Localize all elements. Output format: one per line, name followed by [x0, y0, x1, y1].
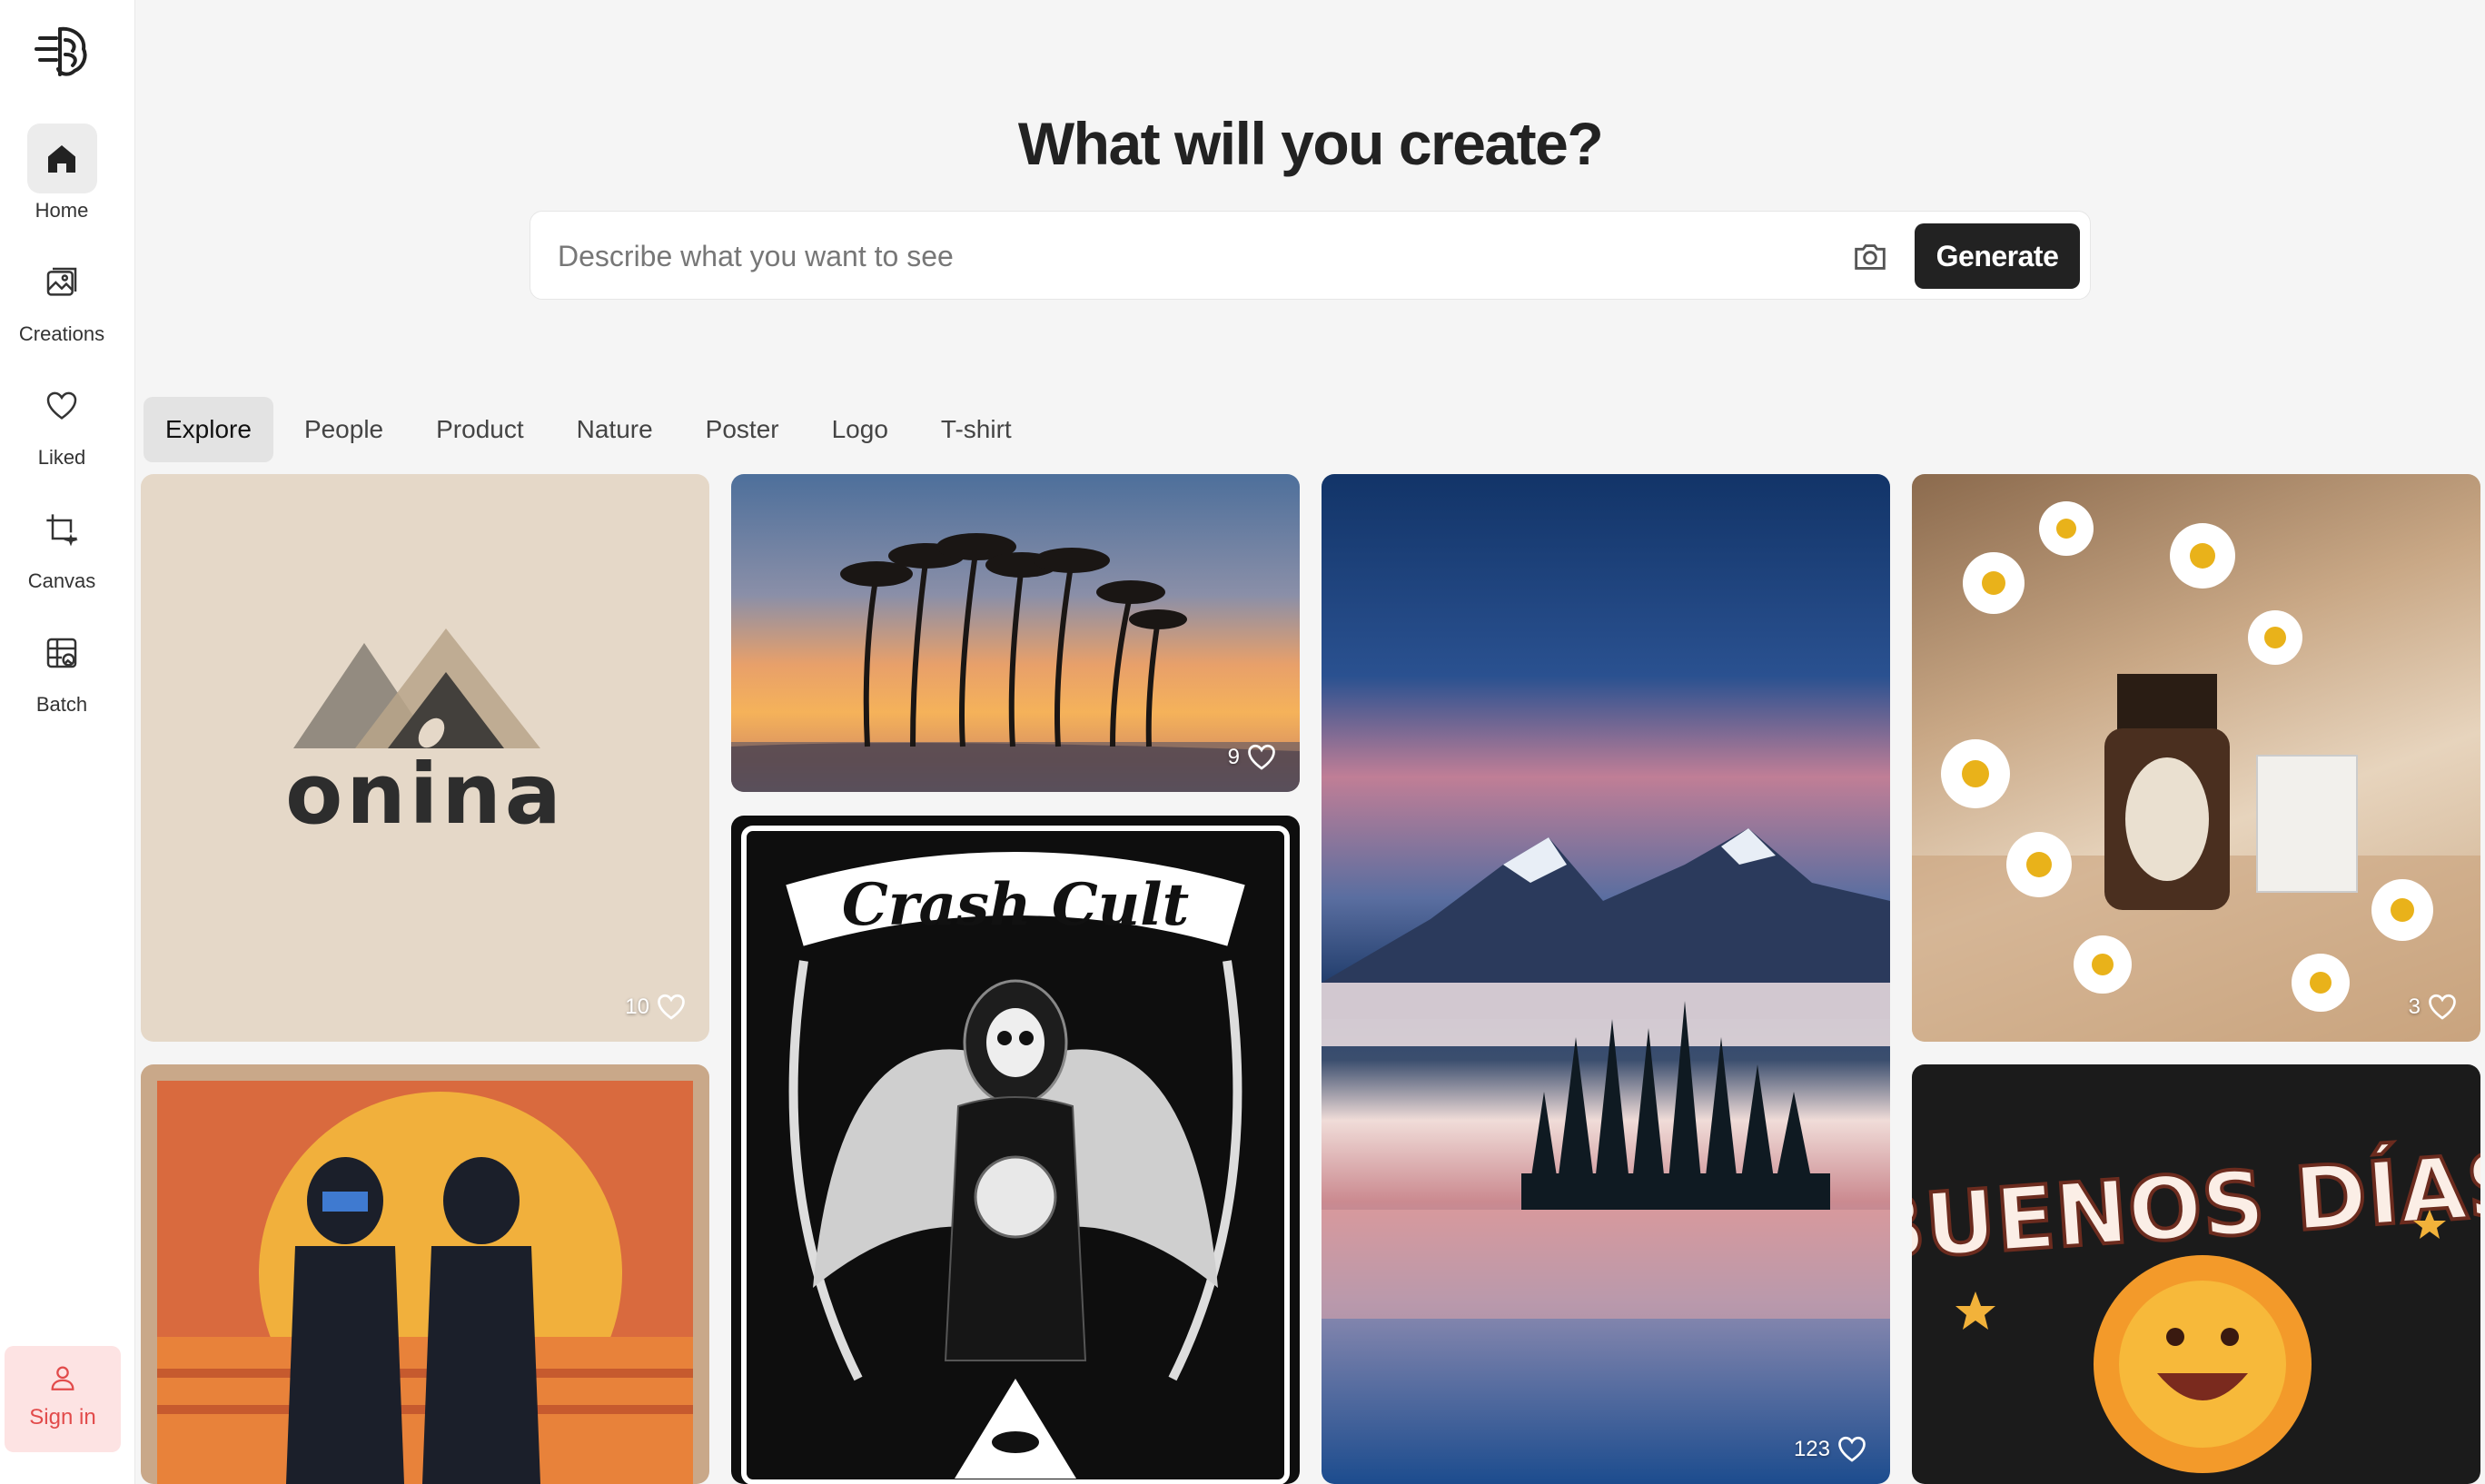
palm-sunset-image [731, 533, 1300, 792]
camera-icon[interactable] [1849, 235, 1891, 277]
mountain-lake-image [1322, 828, 1890, 1319]
reaper-poster-image: Crash Cult [741, 826, 1290, 1484]
like-count[interactable]: 3 [2409, 991, 2459, 1024]
heart-icon [2429, 994, 2456, 1020]
nav-label: Canvas [27, 569, 96, 592]
crop-sparkle-icon [27, 494, 97, 564]
nav-label: Creations [18, 322, 105, 345]
image-icon [27, 247, 97, 317]
tab-logo[interactable]: Logo [810, 397, 910, 462]
like-count-value: 3 [2408, 994, 2421, 1019]
gallery-card[interactable]: onina 10 [141, 474, 709, 1042]
gallery-card[interactable]: 9 [731, 474, 1300, 792]
tab-people[interactable]: People [282, 397, 405, 462]
gallery-card[interactable]: 123 [1322, 474, 1890, 1484]
like-count[interactable]: 10 [625, 991, 688, 1024]
like-count[interactable]: 123 [1794, 1433, 1868, 1466]
gallery-card[interactable]: 3 [1912, 474, 2480, 1042]
nav-home[interactable]: Home [0, 124, 124, 223]
nav-creations[interactable]: Creations [0, 247, 124, 346]
like-count-value: 123 [1793, 1437, 1830, 1461]
generate-button[interactable]: Generate [1915, 223, 2080, 289]
home-icon [26, 124, 97, 193]
category-tabs: Explore People Product Nature Poster Log… [144, 397, 1043, 462]
nav-label: Home [35, 199, 89, 222]
prompt-input[interactable] [558, 230, 1811, 282]
tab-poster[interactable]: Poster [684, 397, 801, 462]
nav-label: Batch [35, 693, 88, 716]
robots-poster-image [157, 1081, 693, 1484]
sign-in-button[interactable]: Sign in [5, 1346, 121, 1452]
heart-icon [1248, 744, 1275, 770]
page-title: What will you create? [1017, 110, 1604, 177]
buenos-dias-image: BUENOS DÍAS [1912, 1130, 2480, 1473]
tab-tshirt[interactable]: T-shirt [919, 397, 1034, 462]
nav-label: Liked [37, 446, 86, 469]
sign-in-label: Sign in [29, 1405, 96, 1430]
onina-logo-image: onina [285, 628, 565, 843]
sidebar: Home Creations Liked Canvas Batch Sign i… [0, 0, 135, 1484]
tab-nature[interactable]: Nature [555, 397, 675, 462]
heart-icon [1838, 1436, 1866, 1462]
nav-batch[interactable]: Batch [0, 618, 124, 717]
nav-canvas[interactable]: Canvas [0, 494, 124, 593]
logo-text: onina [285, 746, 565, 843]
gallery-card[interactable] [141, 1064, 709, 1484]
gallery-card[interactable]: BUENOS DÍAS [1912, 1064, 2480, 1484]
heart-icon [658, 994, 685, 1020]
like-count-value: 9 [1227, 745, 1240, 769]
like-count[interactable]: 9 [1228, 741, 1278, 774]
tab-explore[interactable]: Explore [144, 397, 273, 462]
chamomile-product-image [1912, 501, 2480, 1042]
prompt-bar: Generate [530, 211, 2091, 300]
nav-liked[interactable]: Liked [0, 371, 124, 470]
grid-image-icon [27, 618, 97, 688]
user-icon [47, 1362, 78, 1393]
like-count-value: 10 [625, 994, 649, 1019]
gallery-card[interactable]: Crash Cult [731, 816, 1300, 1484]
tab-product[interactable]: Product [414, 397, 546, 462]
heart-icon [27, 371, 97, 440]
poster-title: Crash Cult [842, 871, 1189, 939]
brain-logo-icon[interactable] [33, 22, 93, 82]
